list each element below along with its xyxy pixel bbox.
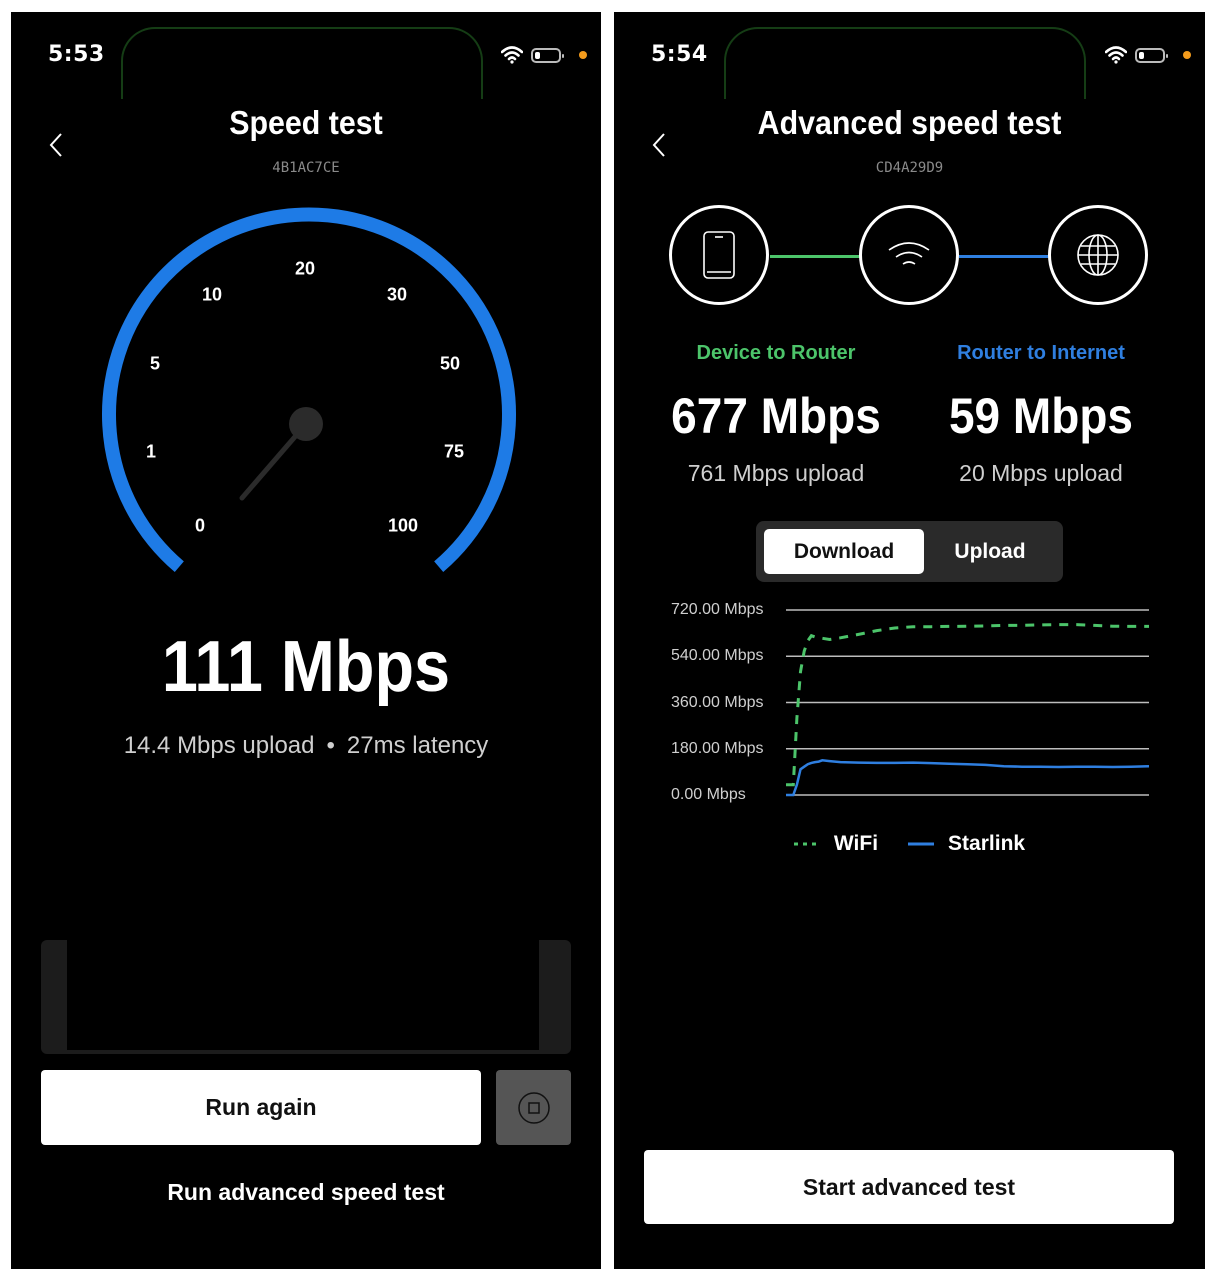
router-internet-link bbox=[959, 255, 1049, 258]
start-advanced-test-button[interactable]: Start advanced test bbox=[644, 1150, 1174, 1224]
segment-upload-router-internet: 20 Mbps upload bbox=[959, 460, 1123, 486]
stop-icon bbox=[517, 1091, 550, 1124]
status-time: 5:54 bbox=[651, 42, 708, 67]
tab-download[interactable]: Download bbox=[764, 529, 924, 574]
results-panel bbox=[41, 940, 571, 1054]
upload-speed: 14.4 Mbps upload bbox=[123, 732, 315, 759]
status-time: 5:53 bbox=[48, 42, 105, 67]
device-node bbox=[669, 205, 769, 305]
tick-label: 100 bbox=[387, 515, 419, 536]
segment-download-router-internet: 59 Mbps bbox=[948, 388, 1134, 444]
tick-label: 20 bbox=[294, 258, 316, 279]
dynamic-island bbox=[724, 27, 1086, 99]
gauge-hub bbox=[289, 407, 323, 441]
segment-label-router-internet: Router to Internet bbox=[957, 342, 1125, 364]
segment-label-device-router: Device to Router bbox=[696, 342, 856, 364]
segment-upload-device-router: 761 Mbps upload bbox=[687, 460, 865, 486]
battery-icon bbox=[531, 47, 564, 63]
device-router-link bbox=[770, 255, 860, 258]
separator-dot: • bbox=[326, 732, 335, 759]
run-advanced-test-link[interactable]: Run advanced speed test bbox=[11, 1179, 601, 1206]
dynamic-island bbox=[121, 27, 483, 99]
result-substats: 14.4 Mbps upload • 27ms latency bbox=[11, 732, 601, 760]
run-again-button[interactable]: Run again bbox=[41, 1070, 481, 1145]
series-line-wifi bbox=[786, 623, 1149, 787]
solid-line-swatch bbox=[908, 842, 935, 846]
legend-label: Starlink bbox=[948, 832, 1026, 855]
internet-node bbox=[1048, 205, 1148, 305]
advanced-speed-test-screen: 5:54 Advanced speed test CD4A29D9 Device… bbox=[614, 12, 1205, 1269]
legend-item-starlink: Starlink bbox=[908, 832, 1025, 856]
router-node bbox=[859, 205, 959, 305]
download-upload-toggle: Download Upload bbox=[756, 521, 1063, 582]
tick-label: 75 bbox=[443, 441, 465, 462]
privacy-dot bbox=[1183, 51, 1191, 59]
dashed-line-swatch bbox=[793, 842, 820, 846]
globe-icon bbox=[1077, 234, 1119, 276]
wifi-icon bbox=[1105, 46, 1127, 64]
download-speed: 111 Mbps bbox=[161, 627, 451, 707]
router-wifi-icon bbox=[888, 242, 930, 265]
tick-label: 0 bbox=[194, 515, 206, 536]
wifi-icon bbox=[501, 46, 523, 64]
page-title: Speed test bbox=[229, 104, 383, 141]
status-icons bbox=[1105, 46, 1191, 64]
tab-upload[interactable]: Upload bbox=[926, 529, 1054, 574]
segment-download-device-router: 677 Mbps bbox=[671, 388, 881, 444]
series-line-starlink bbox=[786, 759, 1150, 797]
battery-icon bbox=[1135, 47, 1168, 63]
tick-label: 30 bbox=[386, 284, 408, 305]
legend-label: WiFi bbox=[833, 832, 879, 855]
status-icons bbox=[501, 46, 587, 64]
device-serial: 4B1AC7CE bbox=[272, 160, 340, 176]
speed-test-screen: 5:53 Speed test 4B1AC7CE 0 1 5 10 20 30 … bbox=[11, 12, 601, 1269]
tick-label: 1 bbox=[145, 441, 157, 462]
page-title: Advanced speed test bbox=[757, 104, 1062, 141]
device-serial: CD4A29D9 bbox=[875, 160, 944, 176]
chart-legend: WiFi Starlink bbox=[614, 832, 1205, 856]
throughput-chart bbox=[786, 609, 1150, 797]
legend-item-wifi: WiFi bbox=[793, 832, 879, 856]
latency: 27ms latency bbox=[346, 732, 489, 759]
tick-label: 10 bbox=[201, 284, 223, 305]
speed-gauge bbox=[102, 207, 516, 573]
phone-icon bbox=[703, 231, 735, 279]
tick-label: 5 bbox=[149, 353, 161, 374]
stop-button[interactable] bbox=[496, 1070, 571, 1145]
tick-label: 50 bbox=[439, 353, 461, 374]
privacy-dot bbox=[579, 51, 587, 59]
